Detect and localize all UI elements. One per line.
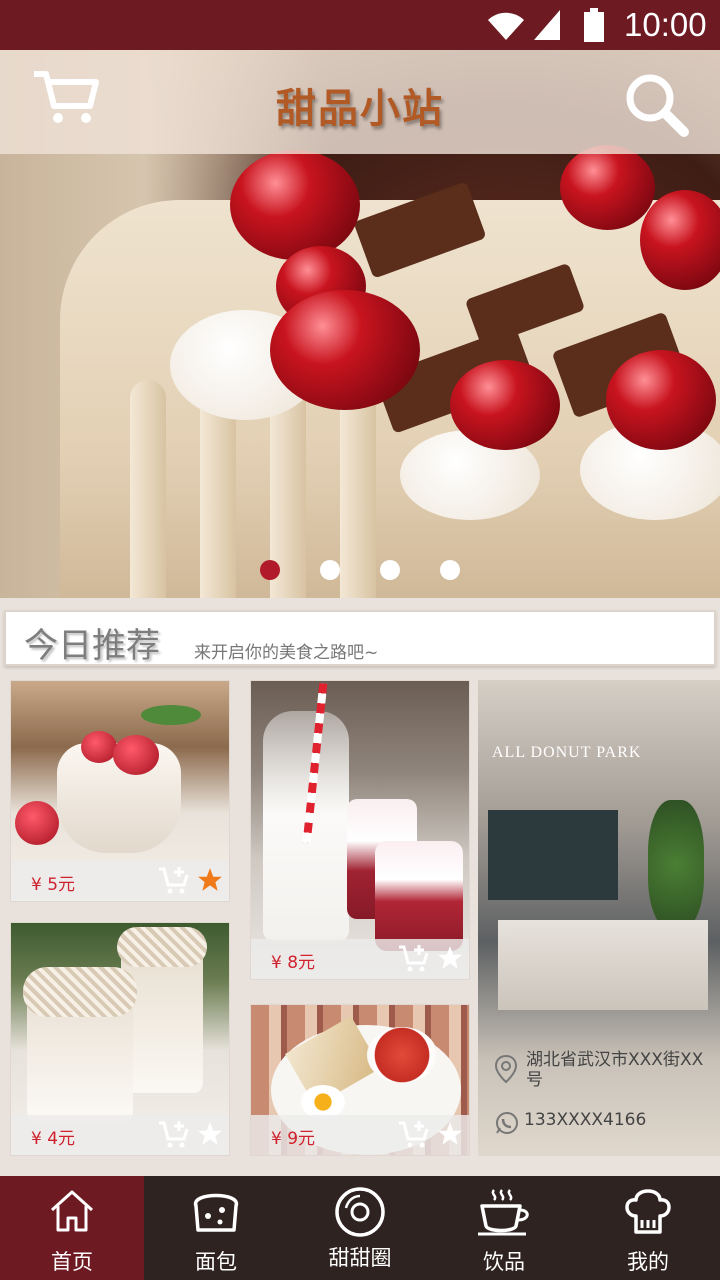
home-icon [50, 1190, 94, 1232]
search-icon[interactable] [622, 70, 692, 140]
product-price: ¥ 4元 [31, 1129, 76, 1149]
signal-icon [534, 10, 560, 40]
battery-icon [584, 8, 604, 42]
cherry [560, 145, 655, 230]
carousel-dot-4[interactable] [440, 560, 460, 580]
cherry [270, 290, 420, 410]
price-bar: ¥ 5元 [11, 861, 229, 901]
cherry [640, 190, 720, 290]
shop-plant [648, 800, 704, 930]
product-card-3[interactable]: ¥ 8元 [250, 680, 470, 980]
nav-label: 我的 [627, 1250, 669, 1274]
price-bar: ¥ 9元 [251, 1115, 469, 1155]
status-time: 10:00 [624, 6, 707, 43]
shop-info-panel[interactable]: ALL DONUT PARK 湖北省武汉市XXX街XX号 133XXXX4166 [478, 680, 720, 1156]
recommend-subtitle: 来开启你的美食之路吧~ [194, 643, 379, 663]
nav-item-home[interactable]: 首页 [0, 1176, 144, 1280]
nav-label: 首页 [51, 1250, 93, 1274]
chef-hat-icon [625, 1189, 671, 1234]
product-photo [251, 681, 469, 979]
location-pin-icon [494, 1054, 518, 1084]
product-card-1[interactable]: ¥ 5元 [10, 680, 230, 902]
nav-label: 饮品 [483, 1250, 525, 1274]
add-to-cart-icon[interactable] [397, 1119, 431, 1151]
bottom-navigation: 首页 面包 甜甜圈 饮品 我的 [0, 1176, 720, 1280]
product-card-2[interactable]: ¥ 4元 [10, 922, 230, 1156]
nav-item-bread[interactable]: 面包 [144, 1176, 288, 1280]
nav-label: 甜甜圈 [328, 1246, 392, 1270]
shop-phone[interactable]: 133XXXX4166 [524, 1110, 646, 1130]
add-to-cart-icon[interactable] [397, 943, 431, 975]
top-bar: 甜品小站 [0, 50, 720, 154]
favorite-star-icon[interactable] [437, 945, 463, 971]
phone-chat-icon [496, 1112, 518, 1134]
product-price: ¥ 9元 [271, 1129, 316, 1149]
cherry [606, 350, 716, 450]
price-bar: ¥ 8元 [251, 939, 469, 979]
nav-item-donut[interactable]: 甜甜圈 [288, 1176, 432, 1280]
cherry [450, 360, 560, 450]
app-title: 甜品小站 [276, 86, 444, 132]
product-price: ¥ 5元 [31, 875, 76, 895]
carousel-dot-3[interactable] [380, 560, 400, 580]
add-to-cart-icon[interactable] [157, 865, 191, 897]
shop-window [488, 810, 618, 900]
shop-address: 湖北省武汉市XXX街XX号 [526, 1050, 704, 1090]
coffee-cup-icon [478, 1189, 529, 1236]
recommend-bar: 今日推荐 来开启你的美食之路吧~ [4, 610, 716, 666]
nav-item-drinks[interactable]: 饮品 [432, 1176, 576, 1280]
shop-counter [498, 920, 708, 1010]
nav-label: 面包 [195, 1250, 237, 1274]
shop-brand-sign: ALL DONUT PARK [492, 744, 642, 761]
cherry [230, 150, 360, 260]
price-bar: ¥ 4元 [11, 1115, 229, 1155]
status-bar: 10:00 [0, 0, 720, 50]
carousel-dot-1[interactable] [260, 560, 280, 580]
recommend-heading: 今日推荐 [24, 626, 160, 666]
nav-item-profile[interactable]: 我的 [576, 1176, 720, 1280]
donut-icon [335, 1187, 385, 1237]
carousel-dot-2[interactable] [320, 560, 340, 580]
product-card-4[interactable]: ¥ 9元 [250, 1004, 470, 1156]
favorite-star-icon[interactable] [197, 1121, 223, 1147]
favorite-star-icon[interactable] [197, 867, 223, 893]
wifi-icon [488, 12, 524, 41]
favorite-star-icon[interactable] [437, 1121, 463, 1147]
add-to-cart-icon[interactable] [157, 1119, 191, 1151]
carousel-indicator [0, 560, 720, 580]
bread-icon [194, 1193, 238, 1232]
product-price: ¥ 8元 [271, 953, 316, 973]
